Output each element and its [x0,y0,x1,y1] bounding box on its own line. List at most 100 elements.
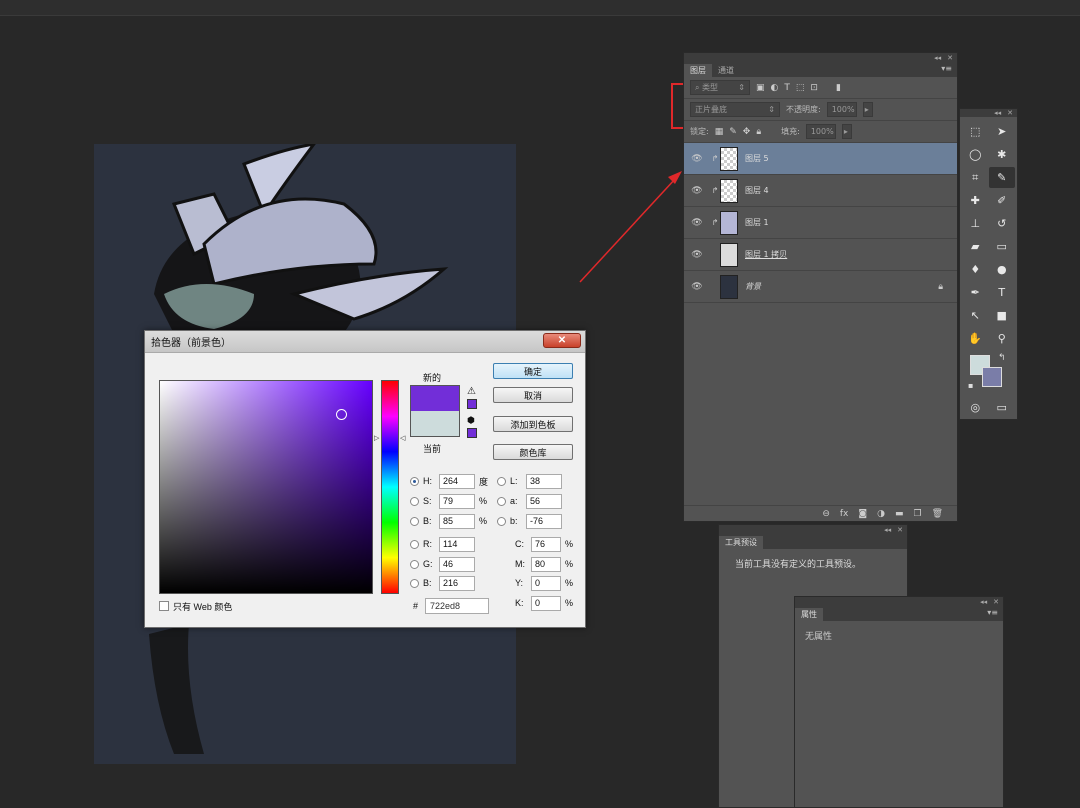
layer-row[interactable]: 👁︎ ↱ 图层 5 [684,143,957,175]
lock-transparent-icon[interactable]: ▦ [715,127,724,137]
layer-row[interactable]: 👁︎ 背景 🔒︎ [684,271,957,303]
rectangle-tool-icon[interactable]: ■ [989,305,1016,326]
hand-tool-icon[interactable]: ✋ [962,328,989,349]
props-collapse-bar[interactable]: ◂◂ ✕ [795,597,1003,607]
hue-slider[interactable] [381,380,399,594]
brightness-input[interactable]: 85 [439,513,475,529]
lab-a-radio[interactable] [497,496,506,506]
panel-collapse-bar[interactable]: ◂◂ ✕ [684,53,957,63]
eyedropper-tool-icon[interactable]: ✎ [988,167,1015,188]
tab-channels[interactable]: 通道 [712,64,740,77]
hue-slider-handle-right[interactable]: ◁ [400,434,405,442]
hue-slider-handle-left[interactable]: ▷ [374,434,379,442]
gradient-tool-icon[interactable]: ▭ [989,236,1016,257]
tab-tool-presets[interactable]: 工具预设 [719,536,763,549]
red-radio[interactable] [410,539,419,549]
filter-shape-icon[interactable]: ⬚ [796,83,805,93]
link-layers-icon[interactable]: ⊖ [822,509,830,519]
web-safe-swatch[interactable] [467,428,477,438]
marquee-tool-icon[interactable]: ⬚ [962,121,989,142]
hue-radio[interactable] [410,476,419,486]
visibility-eye-icon[interactable]: 👁︎ [684,154,710,164]
tools-collapse-bar[interactable]: ◂◂ ✕ [960,109,1017,117]
fill-input[interactable]: 100% [805,124,836,139]
hex-input[interactable]: 722ed8 [425,598,489,614]
layer-name[interactable]: 图层 1 拷贝 [745,249,787,260]
filter-pixel-icon[interactable]: ▣ [756,83,765,93]
ok-button[interactable]: 确定 [493,363,573,379]
background-color-swatch[interactable] [982,367,1002,387]
saturation-radio[interactable] [410,496,419,506]
cancel-button[interactable]: 取消 [493,387,573,403]
screen-mode-icon[interactable]: ▭ [989,397,1016,418]
swap-colors-icon[interactable]: ↰ [998,353,1006,363]
quick-mask-icon[interactable]: ◎ [962,397,989,418]
layer-row[interactable]: 👁︎ ↱ 图层 4 [684,175,957,207]
lock-image-icon[interactable]: ✎ [729,127,737,137]
adjustment-layer-icon[interactable]: ◑ [877,509,885,519]
lab-a-input[interactable]: 56 [526,493,562,509]
saturation-input[interactable]: 79 [439,493,475,509]
lock-position-icon[interactable]: ✥ [743,127,751,137]
presets-collapse-bar[interactable]: ◂◂ ✕ [719,525,907,535]
current-color-swatch[interactable] [410,411,460,437]
tab-layers[interactable]: 图层 [684,64,712,77]
lasso-tool-icon[interactable]: ◯ [962,144,989,165]
green-input[interactable]: 46 [439,556,475,572]
dialog-title-bar[interactable]: 拾色器（前景色） ✕ [145,331,585,353]
filter-kind-select[interactable]: ⌕ 类型 ⇕ [690,80,750,95]
blend-mode-select[interactable]: 正片叠底 ⇕ [690,102,780,117]
fx-icon[interactable]: fx [840,509,849,519]
panel-menu-icon[interactable]: ▾≡ [987,608,998,617]
fill-dropdown[interactable]: ▸ [841,124,852,139]
green-radio[interactable] [410,559,419,569]
zoom-tool-icon[interactable]: ⚲ [989,328,1016,349]
layer-name[interactable]: 图层 5 [745,153,769,164]
blue-input[interactable]: 216 [439,575,475,591]
saturation-brightness-field[interactable] [159,380,373,594]
gamut-swatch[interactable] [467,399,477,409]
web-safe-cube-icon[interactable]: ⬢ [467,415,475,426]
layer-name[interactable]: 图层 1 [745,217,769,228]
dodge-tool-icon[interactable]: ● [989,259,1016,280]
blue-radio[interactable] [410,578,419,588]
filter-type-icon[interactable]: T [784,83,790,93]
magenta-input[interactable]: 80 [531,556,561,572]
new-group-icon[interactable]: ▬ [895,509,904,519]
red-input[interactable]: 114 [439,536,475,552]
lab-l-radio[interactable] [497,476,506,486]
filter-toggle-icon[interactable]: ▮ [836,83,841,93]
history-brush-icon[interactable]: ↺ [989,213,1016,234]
clone-stamp-icon[interactable]: ⊥ [962,213,989,234]
healing-brush-icon[interactable]: ✚ [962,190,989,211]
opacity-dropdown[interactable]: ▸ [862,102,873,117]
lab-b-radio[interactable] [497,516,506,526]
lab-l-input[interactable]: 38 [526,473,562,489]
panel-menu-icon[interactable]: ▾≡ [941,64,952,73]
out-of-gamut-warning-icon[interactable]: ⚠ [467,386,476,397]
lab-b-input[interactable]: -76 [526,513,562,529]
tab-properties[interactable]: 属性 [795,608,823,621]
close-button[interactable]: ✕ [543,333,581,348]
brush-tool-icon[interactable]: ✐ [989,190,1016,211]
eraser-tool-icon[interactable]: ▰ [962,236,989,257]
magic-wand-icon[interactable]: ✱ [989,144,1016,165]
pen-tool-icon[interactable]: ✒ [962,282,989,303]
blur-tool-icon[interactable]: ♦ [962,259,989,280]
visibility-eye-icon[interactable]: 👁︎ [684,250,710,260]
layer-name[interactable]: 背景 [745,281,761,292]
move-tool-icon[interactable]: ➤ [989,121,1016,142]
filter-smart-object-icon[interactable]: ⊡ [810,83,818,93]
trash-icon[interactable]: 🗑︎ [932,509,943,519]
color-cursor[interactable] [336,409,347,420]
crop-tool-icon[interactable]: ⌗ [962,167,989,188]
layer-name[interactable]: 图层 4 [745,185,769,196]
yellow-input[interactable]: 0 [531,575,561,591]
web-only-checkbox[interactable] [159,601,169,611]
path-selection-icon[interactable]: ↖ [962,305,989,326]
visibility-eye-icon[interactable]: 👁︎ [684,218,710,228]
layer-row[interactable]: 👁︎ ↱ 图层 1 [684,207,957,239]
black-input[interactable]: 0 [531,595,561,611]
new-layer-icon[interactable]: ❐ [913,509,921,519]
default-colors-icon[interactable]: ▪ [968,381,973,390]
